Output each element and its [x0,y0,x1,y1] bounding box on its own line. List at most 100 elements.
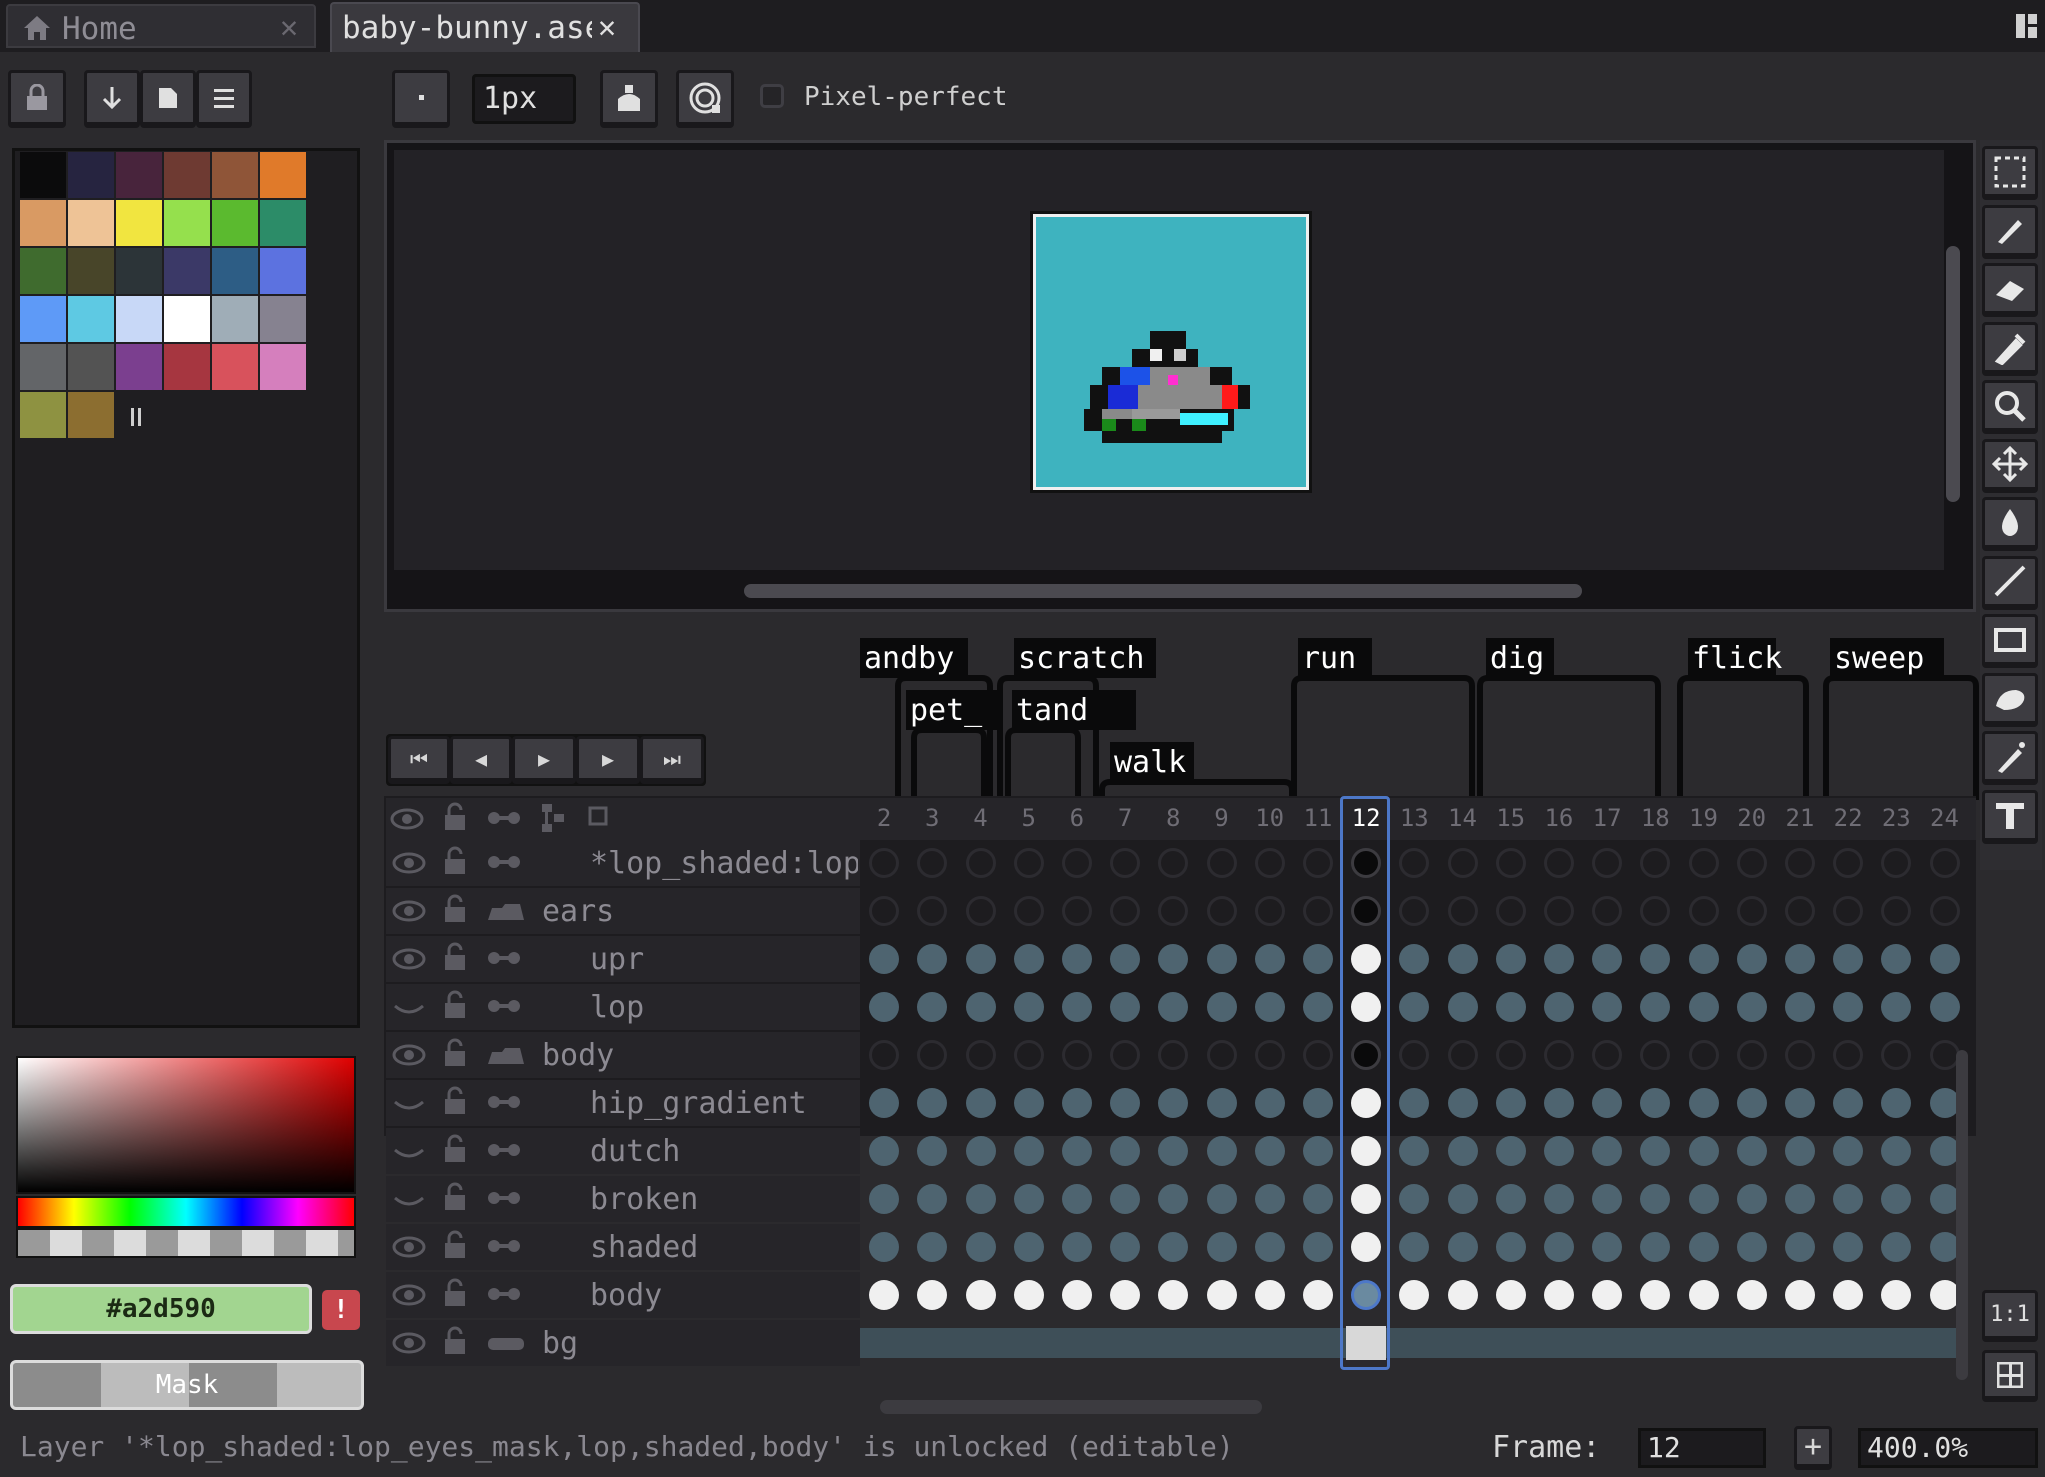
palette-swatch[interactable] [260,344,306,390]
cel[interactable] [1592,1184,1623,1214]
cel[interactable] [1206,944,1237,974]
eye-icon[interactable] [392,848,426,882]
folder-icon[interactable] [486,902,526,926]
cel[interactable] [1736,992,1767,1022]
cel[interactable] [1110,896,1141,926]
cel[interactable] [1543,1136,1574,1166]
tag-label[interactable]: walk [1114,745,1186,780]
unlock-icon[interactable] [442,990,468,1024]
zoom-tool-button[interactable] [1982,380,2038,434]
frame-header[interactable]: 13 [1390,804,1438,832]
blur-tool-button[interactable] [1982,672,2038,727]
cel[interactable] [1784,1232,1815,1262]
unlock-icon[interactable] [442,1086,468,1120]
cel[interactable] [1254,992,1285,1022]
cel[interactable] [965,1184,996,1214]
layer-name[interactable]: ears [542,894,858,929]
workspace-layout-icon[interactable] [2016,14,2038,38]
cel[interactable] [1399,896,1430,926]
cel[interactable] [1543,1280,1574,1310]
cel[interactable] [1881,944,1912,974]
palette-swatch[interactable] [116,200,162,246]
cel[interactable] [1254,1136,1285,1166]
cel[interactable] [1833,1088,1864,1118]
tag-label[interactable]: run [1302,641,1356,676]
cel[interactable] [1447,1280,1478,1310]
cel[interactable] [1158,1232,1189,1262]
layer-row[interactable]: upr [386,936,1960,982]
tag-label[interactable]: andby [864,641,954,676]
cel[interactable] [1302,1184,1333,1214]
continuous-icon[interactable] [486,1094,524,1114]
cel[interactable] [917,944,948,974]
palette-swatch[interactable] [116,296,162,342]
palette-swatch[interactable] [212,200,258,246]
cel[interactable] [1447,848,1478,878]
rectangle-tool-button[interactable] [1982,614,2038,668]
folder-icon[interactable] [486,1046,526,1070]
cel[interactable] [1543,1040,1574,1070]
brush-size-field[interactable]: 1px [472,74,576,124]
frame-header[interactable]: 21 [1776,804,1824,832]
cel[interactable] [1158,1136,1189,1166]
cel[interactable] [1688,1040,1719,1070]
cel[interactable] [1640,848,1671,878]
cel[interactable] [1592,1088,1623,1118]
marquee-tool-button[interactable] [1982,146,2038,200]
frame-header[interactable]: 18 [1631,804,1679,832]
palette-swatch[interactable] [116,248,162,294]
cel[interactable] [869,992,900,1022]
tag-label[interactable]: sweep [1834,641,1924,676]
layer-row[interactable]: lop [386,984,1960,1030]
cel[interactable] [1784,1040,1815,1070]
cel[interactable] [1833,1280,1864,1310]
cel[interactable] [1784,896,1815,926]
cel[interactable] [869,896,900,926]
cel[interactable] [1784,1136,1815,1166]
cel[interactable] [965,1040,996,1070]
cel[interactable] [1013,992,1044,1022]
tag-label[interactable]: tand [1016,693,1088,728]
cel[interactable] [1302,992,1333,1022]
cel[interactable] [1833,1040,1864,1070]
cel[interactable] [1302,944,1333,974]
palette-swatch[interactable] [212,248,258,294]
cel[interactable] [869,944,900,974]
cel[interactable] [1447,1088,1478,1118]
cel[interactable] [1206,848,1237,878]
timeline-vertical-scrollbar[interactable] [1956,1050,1968,1380]
frame-header[interactable]: 20 [1728,804,1776,832]
cel[interactable] [1929,1136,1960,1166]
cel[interactable] [917,1040,948,1070]
palette-swatch[interactable] [260,248,306,294]
cel[interactable] [869,1040,900,1070]
canvas-vertical-scrollbar[interactable] [1946,246,1960,502]
palette-swatch[interactable] [20,344,66,390]
palette-swatch[interactable] [68,248,114,294]
first-frame-button[interactable]: ⏮ [388,736,450,784]
cel[interactable] [1736,1280,1767,1310]
cel[interactable] [917,848,948,878]
cel[interactable] [1881,848,1912,878]
cel[interactable] [1110,1136,1141,1166]
lock-palette-button[interactable] [8,70,66,128]
cel[interactable] [965,848,996,878]
cel[interactable] [1495,1088,1526,1118]
cel[interactable] [1399,1136,1430,1166]
unlock-icon[interactable] [442,1182,468,1216]
cel[interactable] [1206,1184,1237,1214]
palette-resize-handle[interactable] [130,408,142,426]
cel[interactable] [869,1136,900,1166]
continuous-icon[interactable] [486,1238,524,1258]
saturation-value-picker[interactable] [16,1056,356,1194]
layer-row[interactable]: body [386,1272,1960,1318]
cel[interactable] [1158,1184,1189,1214]
cel[interactable] [1736,896,1767,926]
cel[interactable] [1206,992,1237,1022]
palette-swatch[interactable] [68,344,114,390]
layer-name[interactable]: lop [590,990,858,1025]
layer-row[interactable]: shaded [386,1224,1960,1270]
cel[interactable] [1254,944,1285,974]
cel[interactable] [1447,1136,1478,1166]
cel[interactable] [1061,1040,1092,1070]
